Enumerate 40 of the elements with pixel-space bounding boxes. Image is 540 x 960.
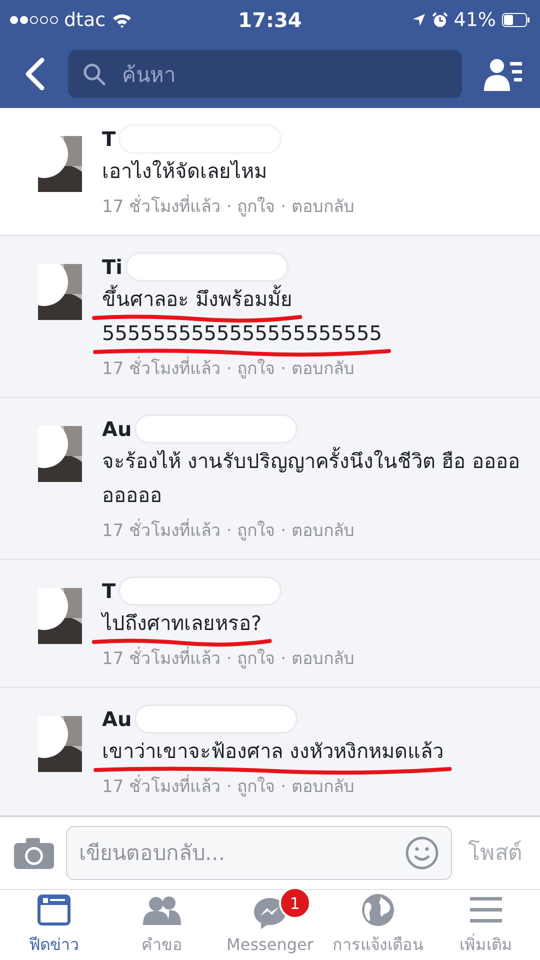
commenter-name[interactable]: Au bbox=[102, 417, 132, 441]
commenter-name[interactable]: Au bbox=[102, 707, 132, 731]
carrier-name: dtac bbox=[64, 9, 106, 31]
tab-bar-item[interactable]: คำขอ bbox=[108, 890, 216, 960]
comment-meta: 17 ชั่วโมงที่แล้ว · ถูกใจ · ตอบกลับ bbox=[102, 772, 526, 799]
tab-bar-item[interactable]: การแจ้งเตือน bbox=[324, 890, 432, 960]
commenter-name[interactable]: Ti bbox=[102, 255, 122, 279]
commenter-name[interactable]: T bbox=[102, 127, 116, 151]
comment-text: จะร้องไห้ งานรับปริญญาครั้งนึงในชีวิต ฮือ อออออออออ bbox=[102, 444, 526, 512]
reply-field[interactable]: เขียนตอบกลับ... bbox=[66, 826, 452, 880]
signal-icon bbox=[10, 16, 58, 24]
wifi-icon bbox=[112, 12, 132, 28]
comment-meta: 17 ชั่วโมงที่แล้ว · ถูกใจ · ตอบกลับ bbox=[102, 516, 526, 543]
back-icon[interactable] bbox=[24, 57, 46, 91]
comment-text: เขาว่าเขาจะฟ้องศาล งงหัวหงิกหมดแล้ว bbox=[102, 734, 526, 768]
search-icon bbox=[82, 62, 106, 86]
smiley-icon[interactable] bbox=[405, 836, 439, 870]
friend-list-icon[interactable] bbox=[484, 57, 524, 91]
battery-percent: 41% bbox=[454, 9, 496, 31]
comment-text: เอาไงให้จัดเลยไหม bbox=[102, 158, 268, 185]
tab-bar-item[interactable]: ฟีดข่าว bbox=[0, 890, 108, 960]
comment-meta: 17 ชั่วโมงที่แล้ว · ถูกใจ · ตอบกลับ bbox=[102, 354, 526, 381]
camera-icon[interactable] bbox=[14, 836, 54, 869]
location-arrow-icon bbox=[412, 13, 426, 27]
notification-badge: 1 bbox=[279, 887, 311, 920]
alarm-clock-icon bbox=[432, 12, 448, 28]
search-field[interactable]: ค้นหา bbox=[68, 50, 462, 98]
comment-meta: 17 ชั่วโมงที่แล้ว · ถูกใจ · ตอบกลับ bbox=[102, 644, 526, 671]
globe-icon bbox=[361, 893, 395, 928]
news-feed-icon bbox=[37, 894, 71, 926]
friends-icon bbox=[143, 895, 181, 926]
comment-text: ไปถึงศาทเลยหรอ? bbox=[102, 606, 526, 640]
tab-bar-item[interactable]: 1 Messenger bbox=[216, 890, 324, 960]
clock-time: 17:34 bbox=[238, 8, 302, 32]
comment-meta: 17 ชั่วโมงที่แล้ว · ถูกใจ · ตอบกลับ bbox=[102, 192, 526, 219]
commenter-name[interactable]: T bbox=[102, 579, 116, 603]
battery-icon bbox=[502, 13, 530, 27]
menu-icon bbox=[469, 896, 503, 924]
comment-text: ขึ้นศาลอะ มึงพร้อมมั้ย 5555555555555555555555 bbox=[102, 282, 526, 350]
tab-bar-item[interactable]: เพิ่มเติม bbox=[432, 890, 540, 960]
